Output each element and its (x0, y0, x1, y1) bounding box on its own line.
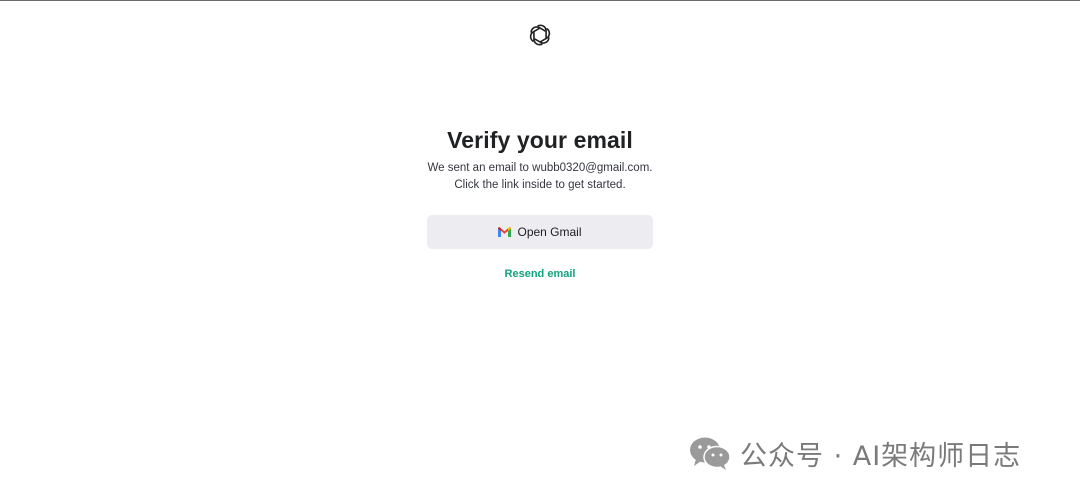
sent-email-message: We sent an email to wubb0320@gmail.com. (427, 162, 653, 174)
openai-logo-icon (527, 22, 553, 48)
open-gmail-label: Open Gmail (517, 225, 582, 239)
wechat-icon (690, 437, 731, 470)
gmail-icon (498, 227, 517, 237)
verify-email-page: Verify your email We sent an email to wu… (0, 0, 1080, 495)
resend-email-link[interactable]: Resend email (0, 266, 1080, 282)
watermark-text: 公众号 · AI架构师日志 (740, 440, 1022, 472)
page-title: Verify your email (447, 127, 633, 153)
open-gmail-button[interactable]: Open Gmail (427, 215, 653, 249)
instruction-message: Click the link inside to get started. (454, 179, 626, 191)
wechat-watermark: 公众号 · AI架构师日志 (688, 433, 1021, 473)
